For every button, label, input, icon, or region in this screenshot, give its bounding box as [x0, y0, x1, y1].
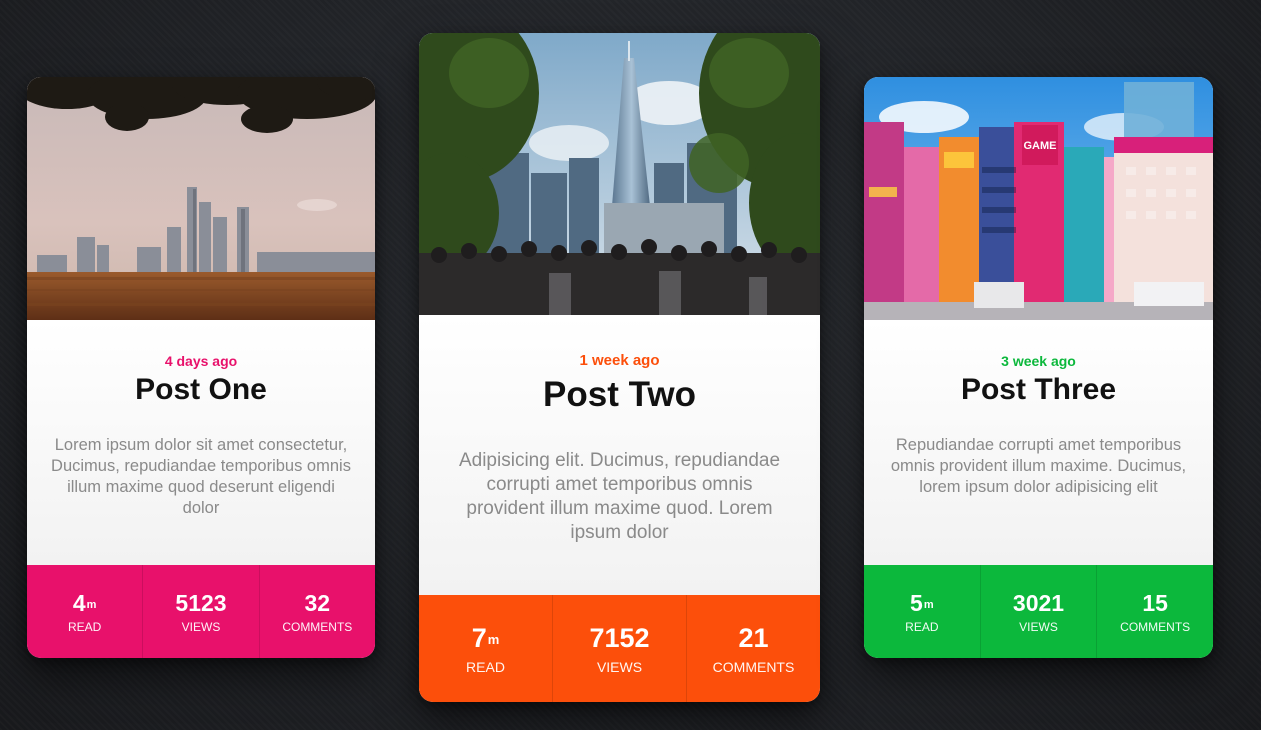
post-three-image[interactable]: GAME: [864, 77, 1213, 320]
post-three-excerpt: Repudiandae corrupti amet temporibus omn…: [890, 436, 1187, 496]
post-two-excerpt: Adipisicing elit. Ducimus, repudiandae c…: [458, 450, 781, 543]
post-two-stats: 7m READ 7152 VIEWS 21 COMMENTS: [419, 595, 820, 702]
views-label: VIEWS: [1019, 619, 1058, 634]
read-time-stat: 5m READ: [864, 565, 981, 658]
read-time-stat: 7m READ: [419, 595, 553, 702]
read-time-value: 7m: [471, 622, 500, 653]
views-stat: 7152 VIEWS: [553, 595, 687, 702]
views-label: VIEWS: [181, 619, 221, 634]
read-time-unit: m: [923, 598, 934, 611]
read-time-stat: 4m READ: [27, 565, 144, 658]
comments-stat[interactable]: 21 COMMENTS: [687, 595, 820, 702]
post-one-stats: 4m READ 5123 VIEWS 32 COMMENTS: [27, 565, 375, 658]
post-three-title[interactable]: Post Three: [888, 373, 1189, 407]
views-value: 3021: [1012, 589, 1065, 616]
comments-value: 32: [304, 589, 331, 616]
post-card-three[interactable]: GAME 3 week ago Post Three Repudiandae c…: [864, 77, 1213, 658]
post-one-date: 4 days ago: [164, 353, 238, 369]
read-label: READ: [905, 619, 939, 634]
post-three-stats: 5m READ 3021 VIEWS 15 COMMENTS: [864, 565, 1213, 658]
comments-value: 15: [1142, 589, 1168, 616]
views-stat: 5123 VIEWS: [143, 565, 260, 658]
comments-label: COMMENTS: [282, 619, 353, 634]
read-time-value: 5m: [910, 589, 934, 616]
comments-stat[interactable]: 15 COMMENTS: [1097, 565, 1213, 658]
comments-label: COMMENTS: [1120, 619, 1191, 634]
read-time-unit: m: [487, 631, 500, 647]
post-two-date: 1 week ago: [579, 352, 660, 369]
read-time-value: 4m: [72, 589, 97, 616]
views-value: 5123: [175, 589, 227, 616]
read-label: READ: [466, 658, 505, 675]
post-one-content: 4 days ago Post One Lorem ipsum dolor si…: [27, 320, 375, 565]
post-three-date: 3 week ago: [1001, 353, 1076, 369]
comments-label: COMMENTS: [712, 658, 795, 675]
post-two-title[interactable]: Post Two: [443, 375, 796, 415]
post-card-one[interactable]: 4 days ago Post One Lorem ipsum dolor si…: [27, 77, 375, 658]
game-sign-text: GAME: [1024, 140, 1057, 152]
views-label: VIEWS: [596, 658, 643, 675]
comments-stat[interactable]: 32 COMMENTS: [260, 565, 375, 658]
post-three-content: 3 week ago Post Three Repudiandae corrup…: [864, 320, 1213, 565]
views-stat: 3021 VIEWS: [981, 565, 1098, 658]
read-label: READ: [67, 619, 102, 634]
post-card-two[interactable]: 1 week ago Post Two Adipisicing elit. Du…: [419, 33, 820, 702]
post-two-image[interactable]: [419, 33, 820, 315]
post-one-title[interactable]: Post One: [51, 373, 351, 407]
post-one-image[interactable]: [27, 77, 375, 320]
read-time-unit: m: [86, 598, 97, 611]
views-value: 7152: [589, 622, 650, 653]
post-one-excerpt: Lorem ipsum dolor sit amet consectetur, …: [51, 436, 351, 517]
comments-value: 21: [738, 622, 769, 653]
post-two-content: 1 week ago Post Two Adipisicing elit. Du…: [419, 315, 820, 595]
